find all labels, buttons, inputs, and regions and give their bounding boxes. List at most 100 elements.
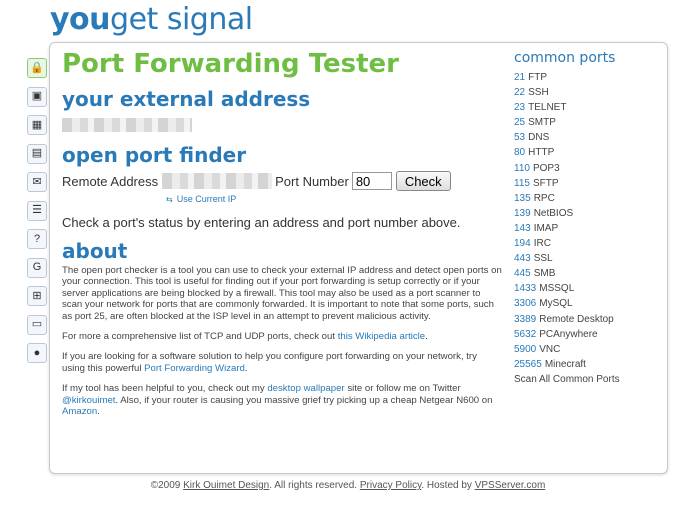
port-number: 443: [514, 253, 531, 265]
privacy-policy-link[interactable]: Privacy Policy: [360, 480, 422, 491]
port-number: 5900: [514, 343, 537, 355]
port-service: DNS: [528, 132, 550, 144]
twitter-link[interactable]: @kirkouimet: [62, 395, 115, 406]
mail-icon[interactable]: ✉: [27, 172, 47, 192]
remote-address-label: Remote Address: [62, 173, 159, 189]
port-number: 3389: [514, 313, 537, 325]
amazon-link[interactable]: Amazon: [62, 406, 97, 417]
port-item-143[interactable]: 143 IMAP: [514, 221, 654, 236]
port-service: POP3: [532, 162, 560, 174]
port-item-3306[interactable]: 3306 MySQL: [514, 296, 654, 311]
lock-icon[interactable]: 🔒: [27, 58, 47, 78]
port-item-5632[interactable]: 5632 PCAnywhere: [514, 327, 654, 342]
port-number: 1433: [514, 283, 537, 295]
use-current-ip-label: Use Current IP: [176, 194, 237, 204]
port-service: TELNET: [528, 102, 567, 114]
port-service: PCAnywhere: [539, 328, 598, 340]
port-service: IRC: [533, 238, 551, 250]
globe-icon[interactable]: ●: [27, 343, 47, 363]
logo-you: you: [50, 2, 111, 37]
port-item-3389[interactable]: 3389 Remote Desktop: [514, 312, 654, 327]
port-number: 135: [514, 192, 531, 204]
p4-text: If my tool has been helpful to you, chec…: [62, 383, 268, 395]
port-service: SSL: [533, 253, 553, 265]
about-heading: about: [62, 239, 128, 263]
google-icon[interactable]: G: [27, 257, 47, 278]
port-item-80[interactable]: 80 HTTP: [514, 145, 654, 160]
port-item-115[interactable]: 115 SFTP: [514, 176, 654, 191]
port-item-25565[interactable]: 25565 Minecraft: [514, 357, 654, 372]
about-paragraph-1: The open port checker is a tool you can …: [62, 265, 502, 322]
port-service: VNC: [539, 343, 561, 355]
p4-mid2: . Also, if your router is causing you ma…: [115, 394, 493, 406]
port-service: FTP: [528, 72, 548, 83]
document-icon[interactable]: ▭: [27, 314, 47, 335]
port-check-form: Remote Address Port Number Check: [62, 170, 502, 192]
footer-copyright: ©2009: [150, 480, 184, 491]
port-number: 5632: [514, 328, 537, 340]
port-service: IMAP: [533, 222, 559, 234]
mail-list-icon[interactable]: ☰: [27, 200, 47, 221]
scan-all-ports-link[interactable]: Scan All Common Ports: [514, 372, 654, 387]
calendar-icon[interactable]: ▤: [27, 143, 47, 164]
port-item-194[interactable]: 194 IRC: [514, 236, 654, 251]
footer-rights: . All rights reserved.: [269, 480, 360, 491]
image-icon[interactable]: ▦: [27, 115, 47, 135]
port-number-input[interactable]: [351, 172, 392, 190]
wikipedia-link[interactable]: this Wikipedia article: [338, 331, 425, 342]
author-link[interactable]: Kirk Ouimet Design: [183, 480, 269, 491]
about-paragraph-3: If you are looking for a software soluti…: [62, 351, 502, 374]
port-item-22[interactable]: 22 SSH: [514, 85, 654, 100]
common-ports-heading: common ports: [514, 50, 616, 66]
port-service: MSSQL: [539, 283, 575, 295]
port-service: SFTP: [532, 177, 559, 189]
port-item-139[interactable]: 139 NetBIOS: [514, 206, 654, 221]
port-number: 139: [514, 207, 531, 219]
windows-icon[interactable]: ⊞: [27, 286, 47, 306]
site-logo[interactable]: youget signal: [50, 2, 253, 37]
port-number: 445: [514, 268, 531, 280]
port-list: 21 FTP 22 SSH 23 TELNET 25 SMTP 53 DNS 80 HTTP 110 PO…: [514, 70, 654, 372]
port-item-5900[interactable]: 5900 VNC: [514, 342, 654, 357]
port-item-135[interactable]: 135 RPC: [514, 191, 654, 206]
desktop-wallpaper-link[interactable]: desktop wallpaper: [267, 383, 344, 394]
port-item-53[interactable]: 53 DNS: [514, 130, 654, 145]
port-number: 21: [514, 72, 526, 83]
external-address-value: [62, 118, 502, 134]
port-service: NetBIOS: [533, 207, 574, 219]
port-number: 53: [514, 132, 526, 144]
p4-end: .: [97, 406, 100, 418]
port-item-21[interactable]: 21 FTP: [514, 70, 654, 85]
port-service: HTTP: [528, 147, 555, 159]
port-number-label: Port Number: [275, 173, 349, 189]
check-button[interactable]: Check: [395, 171, 451, 191]
port-number: 3306: [514, 298, 537, 310]
use-current-ip-link[interactable]: ⇆ Use Current IP: [166, 192, 502, 206]
page-title: Port Forwarding Tester: [62, 49, 399, 79]
port-item-23[interactable]: 23 TELNET: [514, 100, 654, 115]
port-item-110[interactable]: 110 POP3: [514, 161, 654, 176]
port-forwarding-wizard-link[interactable]: Port Forwarding Wizard: [144, 363, 245, 374]
logo-rest: get signal: [110, 2, 253, 37]
port-number: 110: [514, 162, 530, 174]
status-message: Check a port's status by entering an add…: [62, 215, 461, 230]
port-item-1433[interactable]: 1433 MSSQL: [514, 281, 654, 296]
port-item-25[interactable]: 25 SMTP: [514, 115, 654, 130]
port-number: 194: [514, 238, 531, 250]
port-item-445[interactable]: 445 SMB: [514, 266, 654, 281]
port-item-443[interactable]: 443 SSL: [514, 251, 654, 266]
about-paragraph-2: For more a comprehensive list of TCP and…: [62, 331, 502, 342]
port-service: SSH: [528, 87, 549, 99]
picture-icon[interactable]: ▣: [27, 86, 47, 107]
port-number: 22: [514, 87, 526, 99]
port-service: SMB: [533, 268, 556, 280]
p3-text: If you are looking for a software soluti…: [62, 351, 477, 374]
main-content: Port Forwarding Tester your external add…: [62, 48, 502, 417]
side-tool-tabs: 🔒 ▣ ▦ ▤ ✉ ☰ ? G ⊞ ▭ ●: [27, 58, 49, 372]
port-number: 143: [514, 222, 531, 234]
open-port-finder-heading: open port finder: [62, 143, 247, 167]
remote-address-field[interactable]: [162, 173, 273, 189]
p2-end: .: [425, 331, 428, 343]
help-icon[interactable]: ?: [27, 229, 47, 249]
host-link[interactable]: VPSServer.com: [475, 480, 546, 491]
